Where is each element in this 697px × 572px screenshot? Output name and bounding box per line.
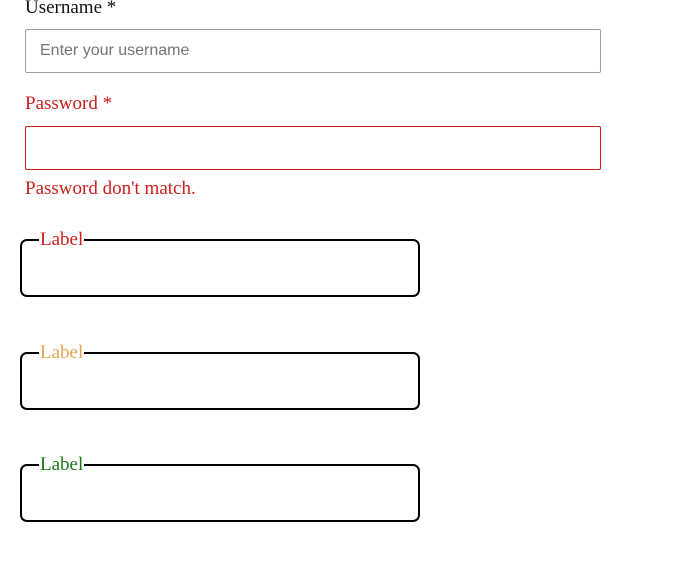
username-input[interactable]: [25, 29, 601, 73]
outlined-field-label: Label: [40, 229, 84, 250]
password-label: Password *: [25, 93, 113, 114]
outlined-field-error[interactable]: Label: [20, 230, 420, 297]
outlined-field-success[interactable]: Label: [20, 455, 420, 522]
password-error-message: Password don't match.: [25, 178, 196, 199]
outlined-field-warning[interactable]: Label: [20, 343, 420, 410]
outlined-field-label: Label: [40, 342, 84, 363]
outlined-field-label: Label: [40, 454, 84, 475]
username-label: Username *: [25, 0, 117, 18]
password-input[interactable]: [25, 126, 601, 170]
